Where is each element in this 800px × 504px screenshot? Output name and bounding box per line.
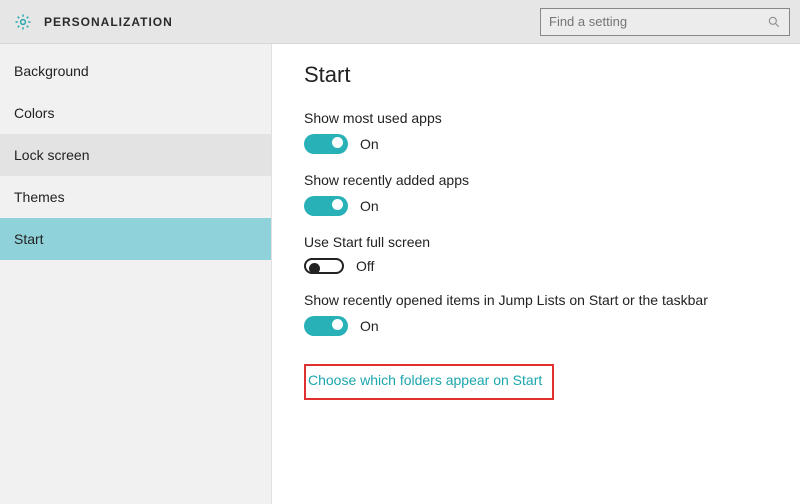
sidebar-item-themes[interactable]: Themes [0, 176, 271, 218]
header-bar: PERSONALIZATION [0, 0, 800, 44]
toggle-full-screen[interactable] [304, 258, 344, 274]
sidebar-item-start[interactable]: Start [0, 218, 271, 260]
gear-icon [14, 13, 32, 31]
setting-recently-added: Show recently added apps On [304, 172, 800, 216]
setting-full-screen: Use Start full screen Off [304, 234, 800, 274]
sidebar-item-label: Start [14, 231, 44, 247]
search-icon [767, 15, 781, 29]
sidebar-item-background[interactable]: Background [0, 50, 271, 92]
toggle-jump-lists[interactable] [304, 316, 348, 336]
sidebar: Background Colors Lock screen Themes Sta… [0, 44, 272, 504]
toggle-most-used[interactable] [304, 134, 348, 154]
page-heading: Start [304, 62, 800, 88]
search-box[interactable] [540, 8, 790, 36]
sidebar-item-label: Colors [14, 105, 54, 121]
content-pane: Start Show most used apps On Show recent… [272, 44, 800, 504]
setting-label: Show recently opened items in Jump Lists… [304, 292, 800, 308]
toggle-state-text: Off [356, 258, 374, 274]
choose-folders-link[interactable]: Choose which folders appear on Start [308, 372, 542, 388]
setting-label: Show recently added apps [304, 172, 800, 188]
toggle-state-text: On [360, 318, 379, 334]
setting-label: Use Start full screen [304, 234, 800, 250]
toggle-state-text: On [360, 136, 379, 152]
sidebar-item-lock-screen[interactable]: Lock screen [0, 134, 271, 176]
sidebar-item-label: Themes [14, 189, 65, 205]
header-title: PERSONALIZATION [44, 15, 173, 29]
sidebar-item-label: Background [14, 63, 89, 79]
search-input[interactable] [549, 14, 767, 29]
setting-jump-lists: Show recently opened items in Jump Lists… [304, 292, 800, 336]
highlighted-link-box: Choose which folders appear on Start [304, 364, 554, 400]
body: Background Colors Lock screen Themes Sta… [0, 44, 800, 504]
setting-most-used: Show most used apps On [304, 110, 800, 154]
toggle-recently-added[interactable] [304, 196, 348, 216]
sidebar-item-label: Lock screen [14, 147, 89, 163]
sidebar-item-colors[interactable]: Colors [0, 92, 271, 134]
setting-label: Show most used apps [304, 110, 800, 126]
toggle-state-text: On [360, 198, 379, 214]
